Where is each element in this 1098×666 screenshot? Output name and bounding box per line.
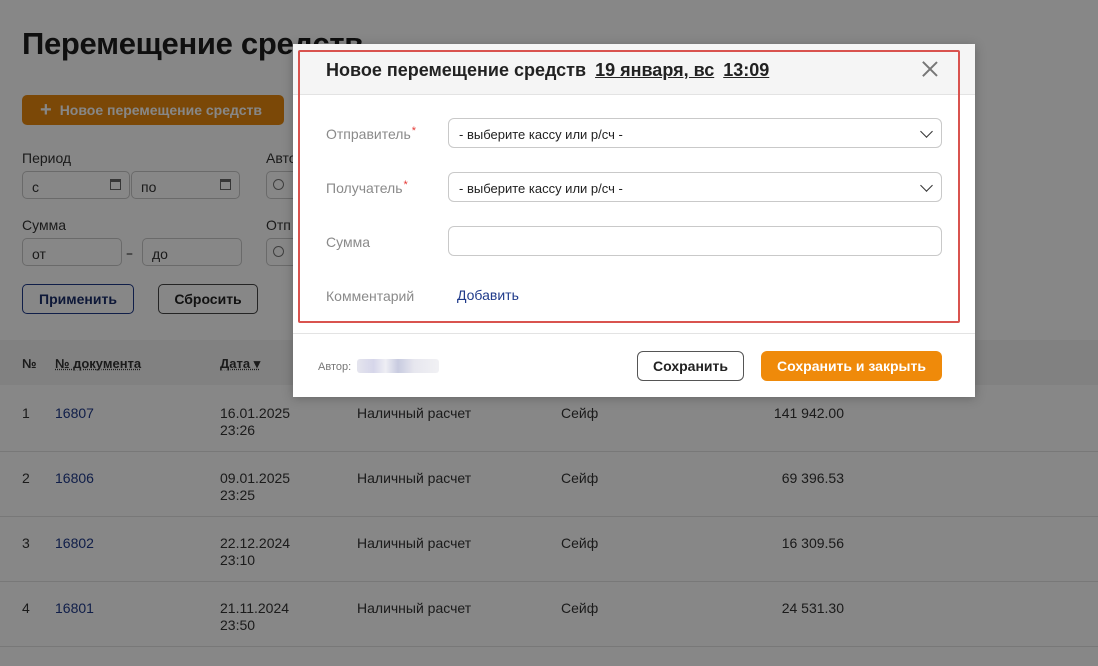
save-button[interactable]: Сохранить — [637, 351, 744, 381]
author-name-redacted — [357, 359, 439, 373]
new-transfer-dialog: Новое перемещение средств 19 января, вс … — [293, 44, 975, 397]
author-label: Автор: — [318, 361, 352, 373]
highlight-frame — [298, 50, 960, 323]
save-and-close-button[interactable]: Сохранить и закрыть — [761, 351, 942, 381]
dialog-footer: Автор: Сохранить Сохранить и закрыть — [293, 333, 975, 397]
